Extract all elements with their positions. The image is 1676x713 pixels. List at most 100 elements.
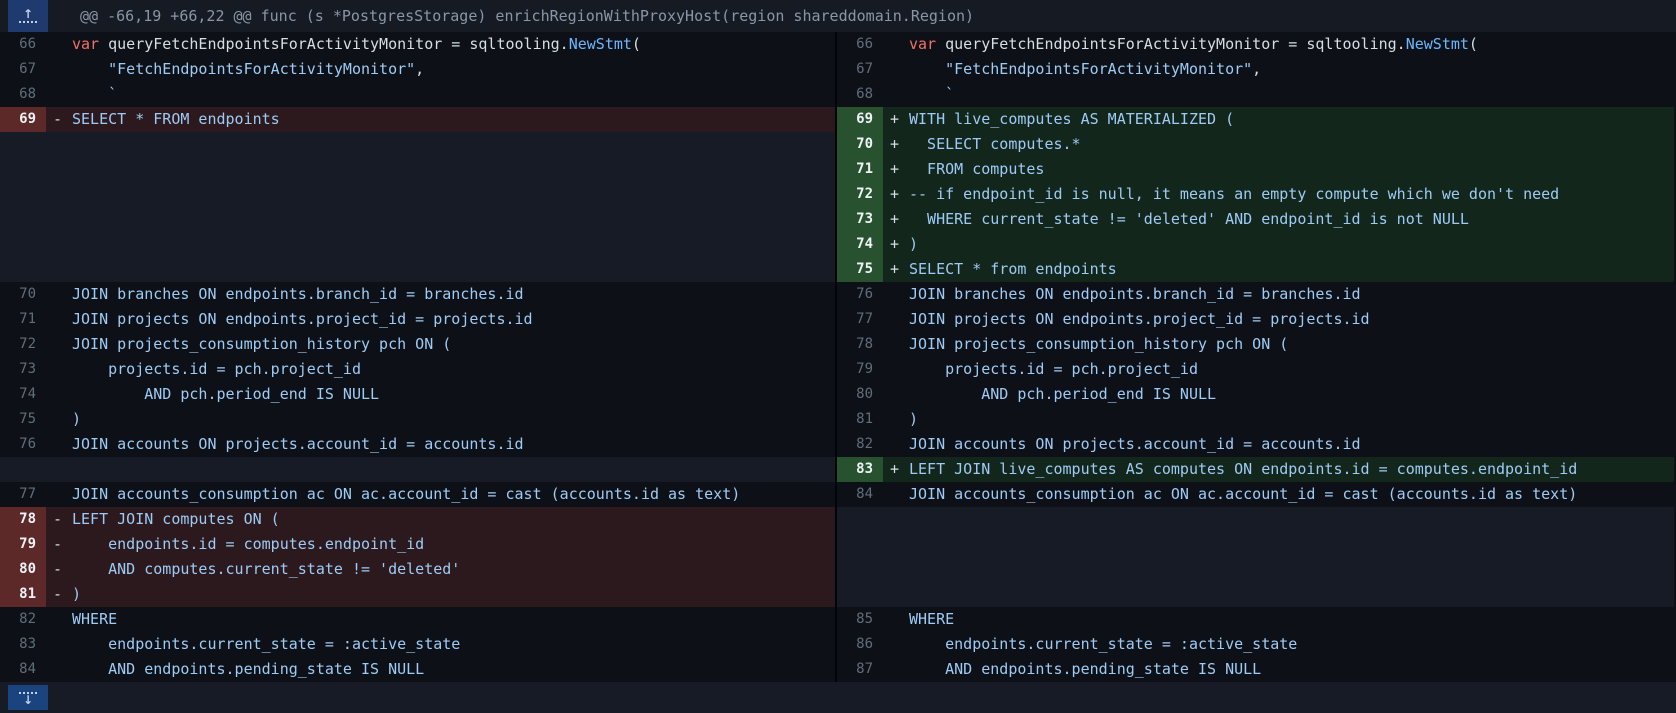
line-number[interactable]: 78 bbox=[0, 507, 46, 532]
diff-row: 70JOIN branches ON endpoints.branch_id =… bbox=[0, 282, 835, 307]
line-number[interactable]: 77 bbox=[837, 307, 883, 332]
line-number[interactable]: 86 bbox=[837, 632, 883, 657]
diff-marker bbox=[883, 82, 909, 107]
code-token: queryFetchEndpointsForActivityMonitor = … bbox=[99, 35, 569, 53]
code-token: AND pch.period_end IS NULL bbox=[72, 385, 379, 403]
code-line: endpoints.current_state = :active_state bbox=[909, 632, 1674, 657]
diff-marker bbox=[883, 407, 909, 432]
code-line: SELECT * FROM endpoints bbox=[72, 107, 835, 132]
line-number[interactable]: 82 bbox=[837, 432, 883, 457]
diff-row: 76 JOIN branches ON endpoints.branch_id =… bbox=[837, 282, 1674, 307]
line-number[interactable]: 85 bbox=[837, 607, 883, 632]
diff-marker: + bbox=[883, 207, 909, 232]
code-token: WITH live_computes AS MATERIALIZED ( bbox=[909, 110, 1234, 128]
expand-down-button[interactable]: ↓ bbox=[8, 685, 48, 710]
diff-marker: + bbox=[883, 232, 909, 257]
line-number[interactable]: 82 bbox=[0, 607, 46, 632]
diff-marker bbox=[883, 632, 909, 657]
diff-marker bbox=[46, 482, 72, 507]
line-number[interactable]: 83 bbox=[0, 632, 46, 657]
line-number[interactable]: 66 bbox=[837, 32, 883, 57]
line-number[interactable]: 69 bbox=[837, 107, 883, 132]
code-token: LEFT JOIN computes ON ( bbox=[72, 510, 280, 528]
code-token: JOIN accounts ON projects.account_id = a… bbox=[72, 435, 524, 453]
expand-down-icon: ↓ bbox=[19, 690, 37, 705]
line-number[interactable]: 77 bbox=[0, 482, 46, 507]
diff-row: 86 endpoints.current_state = :active_sta… bbox=[837, 632, 1674, 657]
line-number[interactable]: 79 bbox=[837, 357, 883, 382]
diff-marker bbox=[46, 32, 72, 57]
line-number[interactable]: 71 bbox=[0, 307, 46, 332]
code-line: -- if endpoint_id is null, it means an e… bbox=[909, 182, 1674, 207]
line-number[interactable]: 84 bbox=[0, 657, 46, 682]
code-line: JOIN branches ON endpoints.branch_id = b… bbox=[909, 282, 1674, 307]
diff-marker bbox=[883, 332, 909, 357]
code-token: WHERE current_state != 'deleted' AND end… bbox=[909, 210, 1469, 228]
line-number[interactable]: 74 bbox=[0, 382, 46, 407]
code-line: ` bbox=[72, 82, 835, 107]
diff-row: 71+ FROM computes bbox=[837, 157, 1674, 182]
code-token: "FetchEndpointsForActivityMonitor" bbox=[72, 60, 415, 78]
diff-marker bbox=[46, 307, 72, 332]
diff-row: 77JOIN accounts_consumption ac ON ac.acc… bbox=[0, 482, 835, 507]
line-number[interactable]: 68 bbox=[0, 82, 46, 107]
line-number[interactable]: 68 bbox=[837, 82, 883, 107]
code-line: LEFT JOIN live_computes AS computes ON e… bbox=[909, 457, 1674, 482]
line-number[interactable]: 76 bbox=[837, 282, 883, 307]
line-number[interactable]: 73 bbox=[0, 357, 46, 382]
code-line: JOIN projects ON endpoints.project_id = … bbox=[72, 307, 835, 332]
line-number[interactable]: 70 bbox=[0, 282, 46, 307]
code-token: , bbox=[415, 60, 424, 78]
line-number[interactable]: 81 bbox=[837, 407, 883, 432]
line-number[interactable]: 87 bbox=[837, 657, 883, 682]
line-number[interactable]: 69 bbox=[0, 107, 46, 132]
line-number[interactable]: 83 bbox=[837, 457, 883, 482]
code-line: WHERE bbox=[909, 607, 1674, 632]
line-number[interactable]: 70 bbox=[837, 132, 883, 157]
code-token: SELECT * FROM endpoints bbox=[72, 110, 280, 128]
diff-marker bbox=[46, 82, 72, 107]
line-number[interactable]: 67 bbox=[837, 57, 883, 82]
code-line: AND pch.period_end IS NULL bbox=[72, 382, 835, 407]
line-number[interactable]: 84 bbox=[837, 482, 883, 507]
line-number[interactable]: 67 bbox=[0, 57, 46, 82]
line-number[interactable]: 72 bbox=[0, 332, 46, 357]
line-number[interactable]: 73 bbox=[837, 207, 883, 232]
diff-row: 87 AND endpoints.pending_state IS NULL bbox=[837, 657, 1674, 682]
code-line: endpoints.id = computes.endpoint_id bbox=[72, 532, 835, 557]
line-number[interactable]: 78 bbox=[837, 332, 883, 357]
line-number[interactable]: 75 bbox=[0, 407, 46, 432]
code-line: ) bbox=[909, 407, 1674, 432]
diff-row: 83+LEFT JOIN live_computes AS computes O… bbox=[837, 457, 1674, 482]
line-number[interactable]: 71 bbox=[837, 157, 883, 182]
line-number[interactable]: 76 bbox=[0, 432, 46, 457]
diff-marker bbox=[883, 282, 909, 307]
diff-row: 81-) bbox=[0, 582, 835, 607]
code-token: WHERE bbox=[909, 610, 954, 628]
diff-row bbox=[0, 232, 835, 257]
diff-row: 69+WITH live_computes AS MATERIALIZED ( bbox=[837, 107, 1674, 132]
line-number[interactable]: 75 bbox=[837, 257, 883, 282]
code-token: endpoints.current_state = :active_state bbox=[72, 635, 460, 653]
line-number[interactable]: 80 bbox=[0, 557, 46, 582]
diff-marker bbox=[46, 632, 72, 657]
line-number[interactable]: 72 bbox=[837, 182, 883, 207]
line-number[interactable]: 80 bbox=[837, 382, 883, 407]
line-number[interactable]: 79 bbox=[0, 532, 46, 557]
line-number[interactable]: 66 bbox=[0, 32, 46, 57]
line-number[interactable]: 74 bbox=[837, 232, 883, 257]
diff-row: 69-SELECT * FROM endpoints bbox=[0, 107, 835, 132]
line-number[interactable]: 81 bbox=[0, 582, 46, 607]
code-token: projects.id = pch.project_id bbox=[909, 360, 1198, 378]
diff-row: 71 JOIN projects ON endpoints.project_id … bbox=[0, 307, 835, 332]
code-token: AND endpoints.pending_state IS NULL bbox=[72, 660, 424, 678]
code-line: endpoints.current_state = :active_state bbox=[72, 632, 835, 657]
diff-row bbox=[0, 182, 835, 207]
code-token: JOIN accounts_consumption ac ON ac.accou… bbox=[909, 485, 1577, 503]
diff-row: 75) bbox=[0, 407, 835, 432]
diff-row: 78-LEFT JOIN computes ON ( bbox=[0, 507, 835, 532]
diff-marker bbox=[883, 432, 909, 457]
right-pane: 66var queryFetchEndpointsForActivityMoni… bbox=[837, 32, 1674, 682]
diff-row: 72JOIN projects_consumption_history pch … bbox=[0, 332, 835, 357]
expand-up-button[interactable]: ↑ bbox=[8, 0, 48, 32]
